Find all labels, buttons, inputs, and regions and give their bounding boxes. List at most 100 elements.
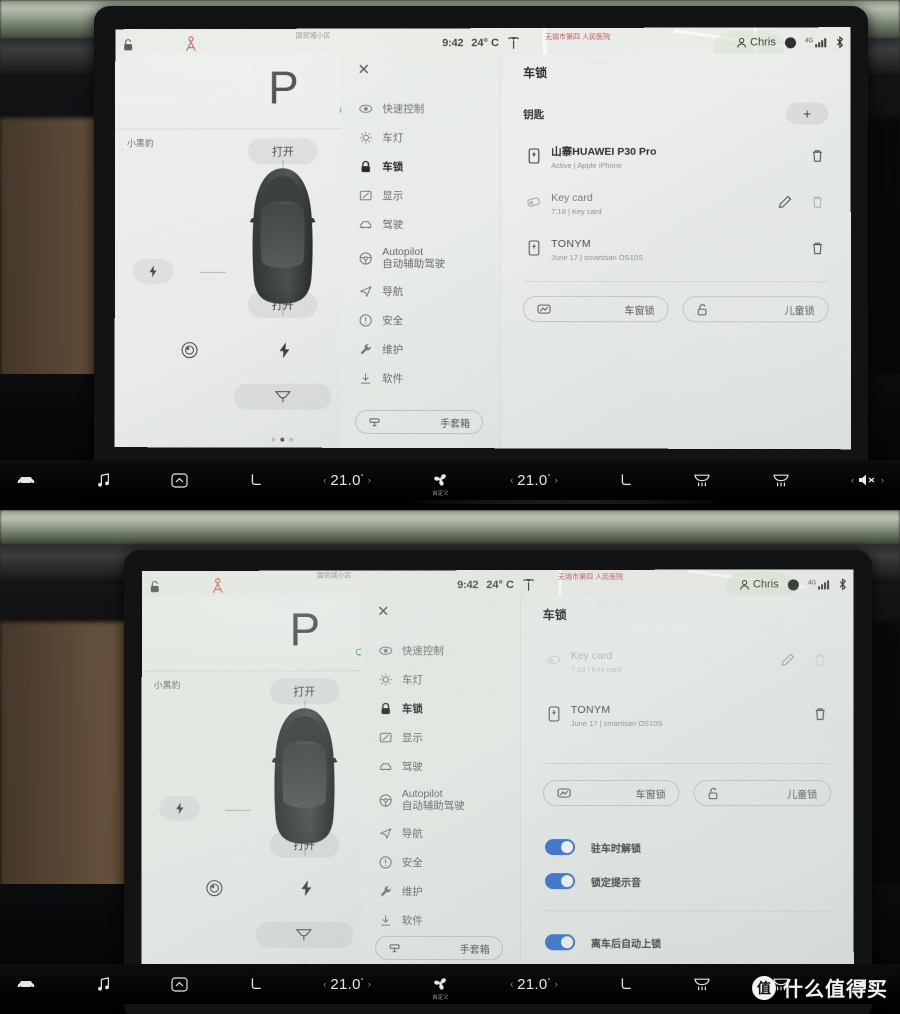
sidebar-item-software[interactable]: 软件 [361,906,520,935]
settings-nav-list[interactable]: 快速控制 车灯 车锁 显示 驾驶 Autopilot 自动辅助驾驶 导航 安全 … [341,94,500,393]
defrost-rear-icon[interactable] [772,473,790,488]
key-actions[interactable] [781,653,827,667]
trunk-open-button[interactable]: 打开 [247,291,318,318]
sidebar-item-locks[interactable]: 车锁 [341,152,500,181]
sidebar-item-lights[interactable]: 车灯 [342,123,501,152]
key-list-item[interactable]: Key card 7:18 | Key card [543,637,832,683]
defrost-front-icon[interactable] [693,977,711,992]
child-lock-button[interactable]: 儿童锁 [693,780,832,807]
key-actions[interactable] [813,707,827,721]
fan-button[interactable]: 自定义 [432,472,449,497]
charge-bolt-icon[interactable] [300,880,312,897]
glovebox-button[interactable]: 手套箱 [374,935,503,961]
temp-left-increase[interactable]: › [368,979,371,989]
trunk-open-button[interactable]: 打开 [269,831,340,858]
settings-overlay[interactable]: ✕ 快速控制 车灯 车锁 显示 驾驶 Autopilot 自动辅助驾驶 导航 安… [360,595,854,976]
settings-nav-list[interactable]: 快速控制 车灯 车锁 显示 驾驶 Autopilot 自动辅助驾驶 导航 安全 … [361,636,520,935]
window-lock-button[interactable]: 车窗锁 [542,780,680,807]
unlock-icon[interactable] [150,579,161,592]
temperature-left[interactable]: ‹ 21.0° › [323,472,371,489]
bluetooth-icon[interactable] [835,36,844,48]
user-profile[interactable]: Chris [740,578,779,591]
sidebar-item-display[interactable]: 显示 [361,723,520,752]
sidebar-item-navigation[interactable]: 导航 [361,819,520,848]
child-lock-button[interactable]: 儿童锁 [682,296,829,323]
volume-mute-icon[interactable] [858,473,877,487]
temp-right-decrease[interactable]: ‹ [510,979,513,989]
temp-right-increase[interactable]: › [555,979,558,989]
chevron-up-box-icon[interactable] [171,976,188,992]
temp-right-decrease[interactable]: ‹ [510,475,513,485]
volume-decrease[interactable]: ‹ [851,475,854,485]
music-note-icon[interactable] [97,472,110,488]
settings-content-locks[interactable]: 车锁 钥匙 + 山寨HUAWEI P30 Pro Active | Apple … [501,53,851,449]
sidebar-item-driving[interactable]: 驾驶 [361,752,520,781]
profile-avatar[interactable] [787,578,799,590]
sidebar-item-safety[interactable]: 安全 [341,306,500,335]
sidebar-item-service[interactable]: 维护 [341,335,500,364]
close-icon[interactable]: ✕ [377,603,390,620]
temp-left-decrease[interactable]: ‹ [323,979,326,989]
close-icon[interactable]: ✕ [358,61,371,78]
temp-left-decrease[interactable]: ‹ [323,475,326,485]
headlight-icon[interactable] [206,880,223,897]
bluetooth-icon[interactable] [838,578,847,590]
user-profile[interactable]: Chris [737,36,776,48]
add-key-button[interactable]: + [786,102,829,125]
window-lock-button[interactable]: 车窗锁 [523,296,669,323]
sidebar-item-quick-controls[interactable]: 快速控制 [361,636,520,665]
settings-overlay[interactable]: ✕ 快速控制 车灯 车锁 显示 驾驶 Autopilot 自动辅助驾驶 导航 安… [341,53,852,450]
trash-icon[interactable] [810,195,824,209]
key-list-item[interactable]: TONYM June 17 | smartisan OS10S [543,691,832,737]
tesla-touchscreen-bottom[interactable]: 无锡市第四 人民医院 无锡蠡湖 国贸城小区 海浩弄少 青绣街道 满 9:42 2… [141,569,854,976]
wiper-button[interactable] [255,921,353,948]
settings-sidebar[interactable]: ✕ 快速控制 车灯 车锁 显示 驾驶 Autopilot 自动辅助驾驶 导航 安… [341,54,502,449]
lock-buttons-row[interactable]: 车窗锁 儿童锁 [523,296,829,323]
seat-heater-left-icon[interactable] [249,977,262,992]
car-icon[interactable] [16,474,36,486]
trash-icon[interactable] [810,241,824,255]
seat-heater-right-icon[interactable] [619,977,632,992]
charge-port-button[interactable] [132,258,174,284]
settings-sidebar[interactable]: ✕ 快速控制 车灯 车锁 显示 驾驶 Autopilot 自动辅助驾驶 导航 安… [360,596,521,975]
sidebar-item-navigation[interactable]: 导航 [341,277,500,306]
temperature-right[interactable]: ‹ 21.0° › [510,472,558,489]
toggle-switch[interactable] [544,839,575,856]
temp-left-increase[interactable]: › [368,475,371,485]
key-list-item[interactable]: Key card 7:18 | Key card [523,179,828,225]
volume-control[interactable]: ‹ › [851,473,884,487]
sidebar-item-software[interactable]: 软件 [341,364,500,393]
vehicle-topdown-image[interactable] [264,706,344,846]
headlight-icon[interactable] [181,342,198,359]
key-list-item[interactable]: 山寨HUAWEI P30 Pro Active | Apple iPhone [523,133,828,179]
unlock-icon[interactable] [123,38,134,51]
sidebar-item-lights[interactable]: 车灯 [361,665,520,694]
key-actions[interactable] [778,195,824,209]
temperature-right[interactable]: ‹ 21.0° › [510,976,558,993]
sidebar-item-locks[interactable]: 车锁 [361,694,520,723]
trash-icon[interactable] [813,707,827,721]
temperature-left[interactable]: ‹ 21.0° › [323,976,371,993]
pencil-icon[interactable] [781,653,795,667]
page-indicator[interactable] [271,437,294,442]
seat-heater-right-icon[interactable] [619,473,632,488]
seat-heater-left-icon[interactable] [249,473,262,488]
sidebar-item-safety[interactable]: 安全 [361,848,520,877]
wiper-button[interactable] [233,383,332,410]
pencil-icon[interactable] [778,195,792,209]
charge-port-button[interactable] [159,795,201,821]
profile-avatar[interactable] [784,36,797,48]
sidebar-item-autopilot[interactable]: Autopilot 自动辅助驾驶 [361,781,520,819]
lock-buttons-row[interactable]: 车窗锁 儿童锁 [542,780,832,807]
fan-button[interactable]: 自定义 [432,976,449,1001]
car-icon[interactable] [16,978,36,990]
chevron-up-box-icon[interactable] [171,472,188,488]
sidebar-item-autopilot[interactable]: Autopilot 自动辅助驾驶 [341,239,500,277]
key-actions[interactable] [810,149,824,163]
toggle-switch[interactable] [544,934,575,951]
settings-content-locks[interactable]: 车锁 Key card 7:18 | Key card TONYM June 1… [521,595,854,975]
music-note-icon[interactable] [97,976,110,992]
climate-bar-top[interactable]: ‹ 21.0° › 自定义 ‹ 21.0° › ‹ › [0,460,900,500]
trash-icon[interactable] [813,653,827,667]
key-list-item[interactable]: TONYM June 17 | smartisan OS10S [523,225,828,271]
